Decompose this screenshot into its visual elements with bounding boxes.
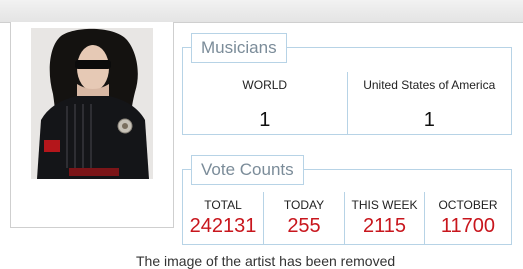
votes-total-label: TOTAL (204, 198, 242, 212)
votes-month-label: OCTOBER (438, 198, 498, 212)
rank-country-value: 1 (423, 109, 435, 131)
rank-world: WORLD 1 (183, 72, 347, 134)
rank-world-value: 1 (259, 109, 271, 131)
votes-total-value: 242131 (189, 215, 257, 237)
top-bar (0, 0, 523, 23)
vote-counts-row: TOTAL 242131 TODAY 255 THIS WEEK 2115 OC… (183, 192, 511, 244)
votes-this-week: THIS WEEK 2115 (344, 192, 424, 244)
vote-counts-title: Vote Counts (191, 155, 304, 185)
votes-today-value: 255 (287, 215, 321, 237)
votes-total: TOTAL 242131 (183, 192, 263, 244)
rank-world-label: WORLD (242, 78, 288, 92)
votes-today-label: TODAY (283, 198, 325, 212)
artist-photo-card (10, 22, 174, 228)
rank-country: United States of America 1 (346, 72, 512, 134)
votes-this-week-value: 2115 (362, 215, 406, 237)
artist-photo[interactable] (31, 28, 153, 179)
artist-image (31, 28, 153, 179)
votes-month-value: 11700 (440, 215, 496, 237)
votes-month: OCTOBER 11700 (424, 192, 511, 244)
vote-counts-panel: Vote Counts TOTAL 242131 TODAY 255 THIS … (182, 155, 512, 245)
musicians-title: Musicians (191, 33, 287, 63)
musicians-ranks: WORLD 1 United States of America 1 (183, 72, 511, 134)
votes-today: TODAY 255 (263, 192, 344, 244)
votes-this-week-label: THIS WEEK (351, 198, 418, 212)
musicians-panel: Musicians WORLD 1 United States of Ameri… (182, 33, 512, 135)
image-removed-note: The image of the artist has been removed (136, 253, 396, 269)
rank-country-label: United States of America (363, 78, 496, 92)
